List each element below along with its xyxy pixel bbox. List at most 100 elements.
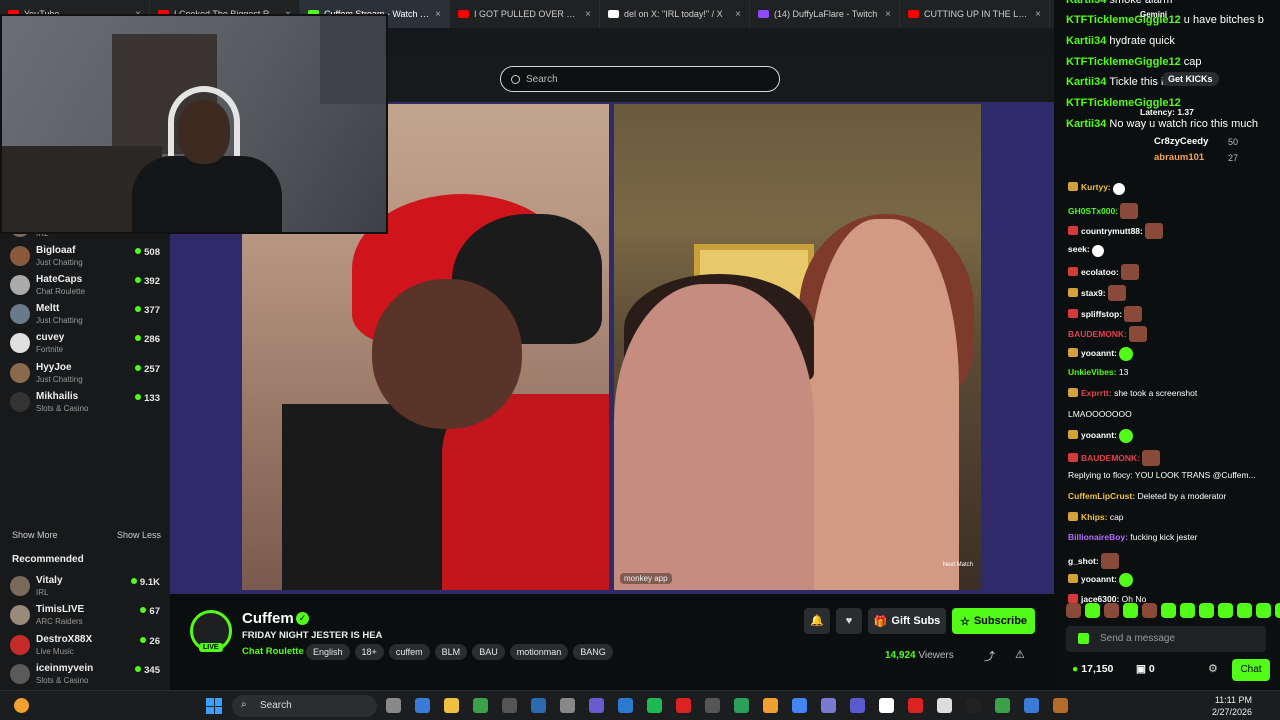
show-less-link[interactable]: Show Less (117, 530, 161, 540)
get-kicks-button[interactable]: Get KICKs (1162, 72, 1219, 86)
chat-username[interactable]: g_shot: (1068, 556, 1099, 566)
taskbar-app-icon[interactable] (879, 698, 894, 713)
emote-icon[interactable] (1199, 603, 1214, 618)
close-icon[interactable]: × (585, 9, 591, 20)
browser-tab[interactable]: (14) DuffyLaFlare - Twitch × (750, 0, 900, 28)
emote-icon[interactable] (1218, 603, 1233, 618)
taskbar-app-icon[interactable] (908, 698, 923, 713)
taskbar-app-icon[interactable] (705, 698, 720, 713)
chat-username[interactable]: Khips: (1081, 512, 1107, 522)
sidebar-channel[interactable]: HyyJoe Just Chatting 257 (10, 358, 162, 386)
chat-input[interactable]: Send a message (1066, 626, 1266, 652)
subscribe-button[interactable]: ☆ Subscribe (952, 608, 1035, 634)
gift-icon[interactable] (1078, 633, 1089, 644)
taskbar-app-icon[interactable] (1053, 698, 1068, 713)
emote-icon[interactable] (1275, 603, 1280, 618)
tag-chip[interactable]: BANG (573, 644, 613, 660)
tag-chip[interactable]: 18+ (354, 644, 384, 660)
kick-points[interactable]: ● 17,150 (1072, 663, 1113, 675)
taskbar-app-icon[interactable] (444, 698, 459, 713)
next-match-label[interactable]: Next Match (943, 562, 973, 568)
chat-username[interactable]: Exprrtt: (1081, 388, 1112, 398)
emote-icon[interactable] (1085, 603, 1100, 618)
chat-username[interactable]: yooannt: (1081, 348, 1117, 358)
taskbar-app-icon[interactable] (821, 698, 836, 713)
tag-chip[interactable]: BLM (434, 644, 468, 660)
sidebar-channel[interactable]: cuvey Fortnite 286 (10, 328, 162, 356)
chat-username[interactable]: BAUDEMONK: (1081, 453, 1140, 463)
taskbar-app-icon[interactable] (502, 698, 517, 713)
taskbar-app-icon[interactable] (1024, 698, 1039, 713)
emote-icon[interactable] (1123, 603, 1138, 618)
chat-username[interactable]: seek: (1068, 244, 1090, 254)
taskbar-app-icon[interactable] (415, 698, 430, 713)
settings-icon[interactable]: ⚙ (1208, 662, 1218, 675)
taskbar-app-icon[interactable] (589, 698, 604, 713)
share-icon[interactable]: ⤴ (984, 648, 995, 664)
sidebar-channel[interactable]: HateCaps Chat Roulette 392 (10, 270, 162, 298)
gift-subs-button[interactable]: 🎁 Gift Subs (868, 608, 946, 634)
taskbar-app-icon[interactable] (966, 698, 981, 713)
taskbar-app-icon[interactable] (792, 698, 807, 713)
emote-icon[interactable] (1161, 603, 1176, 618)
tag-chip[interactable]: cuffem (388, 644, 430, 660)
show-more-link[interactable]: Show More (12, 530, 58, 540)
leaderboard-user[interactable]: abraum101 (1154, 152, 1204, 163)
weather-icon[interactable] (14, 698, 29, 713)
follow-button[interactable]: ♥ (836, 608, 862, 634)
taskbar-app-icon[interactable] (763, 698, 778, 713)
taskbar-app-icon[interactable] (937, 698, 952, 713)
taskbar-app-icon[interactable] (473, 698, 488, 713)
taskbar-app-icon[interactable] (647, 698, 662, 713)
chat-username[interactable]: CuffemLipCrust: (1068, 491, 1135, 501)
taskbar-app-icon[interactable] (995, 698, 1010, 713)
chat-username[interactable]: yooannt: (1081, 574, 1117, 584)
sidebar-channel[interactable]: TimisLIVE ARC Raiders 67 (10, 600, 162, 628)
stream-category[interactable]: Chat Roulette (242, 646, 304, 657)
chat-username[interactable]: stax9: (1081, 288, 1106, 298)
chat-username[interactable]: countrymutt88: (1081, 226, 1143, 236)
taskbar-app-icon[interactable] (676, 698, 691, 713)
chat-username[interactable]: spliffstop: (1081, 309, 1122, 319)
clock[interactable]: 11:11 PM 2/27/2026 (1212, 694, 1252, 718)
emote-icon[interactable] (1180, 603, 1195, 618)
sidebar-channel[interactable]: DestroX88X Live Music 26 (10, 630, 162, 658)
start-icon[interactable] (206, 698, 222, 714)
taskbar-app-icon[interactable] (734, 698, 749, 713)
browser-tab[interactable]: I GOT PULLED OVER BY TIM... × (450, 0, 600, 28)
sidebar-channel[interactable]: Meltt Just Chatting 377 (10, 299, 162, 327)
chat-username[interactable]: GH0STx000: (1068, 206, 1118, 216)
taskbar-app-icon[interactable] (386, 698, 401, 713)
sidebar-channel[interactable]: Vitaly IRL 9.1K (10, 571, 162, 599)
tag-chip[interactable]: BAU (472, 644, 505, 660)
emote-icon[interactable] (1237, 603, 1252, 618)
close-icon[interactable]: × (1035, 9, 1041, 20)
notification-bell-button[interactable]: 🔔 (804, 608, 830, 634)
channel-name[interactable]: Cuffem (242, 610, 294, 627)
chat-send-button[interactable]: Chat (1232, 659, 1270, 681)
gemini-label[interactable]: Gemini (1140, 10, 1167, 19)
taskbar-app-icon[interactable] (531, 698, 546, 713)
chat-username[interactable]: ecolatoo: (1081, 267, 1119, 277)
emote-icon[interactable] (1142, 603, 1157, 618)
close-icon[interactable]: × (735, 9, 741, 20)
chat-username[interactable]: yooannt: (1081, 430, 1117, 440)
taskbar-app-icon[interactable] (560, 698, 575, 713)
sidebar-channel[interactable]: iceinmyvein Slots & Casino 345 (10, 659, 162, 687)
emote-icon[interactable] (1104, 603, 1119, 618)
taskbar-search[interactable]: ⌕ Search (232, 695, 377, 717)
emote-icon[interactable] (1066, 603, 1081, 618)
report-icon[interactable]: ⚠ (1015, 648, 1025, 661)
tag-chip[interactable]: English (306, 644, 350, 660)
search-input[interactable]: Search (500, 66, 780, 92)
taskbar-app-icon[interactable] (618, 698, 633, 713)
chat-username[interactable]: BillionaireBoy: (1068, 532, 1128, 542)
chat-username[interactable]: Kurtyy: (1081, 182, 1111, 192)
taskbar-app-icon[interactable] (850, 698, 865, 713)
leaderboard-user[interactable]: Cr8zyCeedy (1154, 136, 1208, 147)
sidebar-channel[interactable]: Mikhailis Slots & Casino 133 (10, 387, 162, 415)
gift-count[interactable]: ▣ 0 (1136, 663, 1155, 675)
close-icon[interactable]: × (885, 9, 891, 20)
emote-icon[interactable] (1256, 603, 1271, 618)
chat-username[interactable]: UnkieVibes: (1068, 367, 1117, 377)
